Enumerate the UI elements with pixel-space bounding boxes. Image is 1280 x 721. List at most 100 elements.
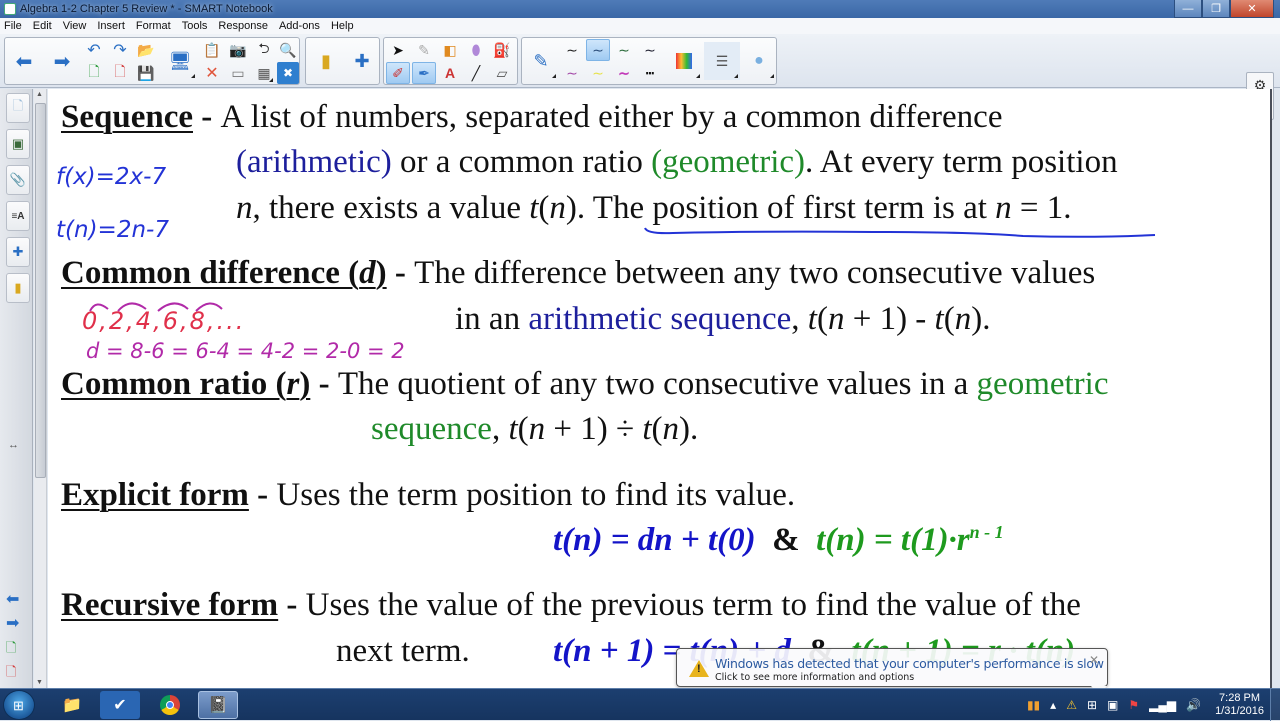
redo-icon[interactable]: ↷ [109,39,131,61]
line-style-purple-thin[interactable]: ∼ [560,62,584,84]
ink-fx-equation[interactable]: f(x)=2x-7 [56,164,166,190]
whiteboard-page[interactable]: Sequence - A list of numbers, separated … [48,89,1272,688]
eraser-icon[interactable]: ⬮ [464,39,488,61]
term-explicit-form: Explicit form [61,477,249,513]
display-icon[interactable]: 🖥 [163,42,197,80]
explicit-geometric-formula: t(n) = t(1)·rn - 1 [816,522,1004,558]
attachments-icon[interactable]: 📎 [6,165,30,195]
menu-add-ons[interactable]: Add-ons [279,20,320,32]
back-arrow-icon[interactable]: ⬅ [7,42,41,80]
forward-arrow-icon[interactable]: ➡ [45,42,79,80]
pen-type-icon[interactable]: ✎ [524,42,558,80]
menu-file[interactable]: File [4,20,22,32]
full-screen-icon[interactable]: 🔍 [277,39,299,61]
puzzle-icon[interactable]: ✚ [346,42,378,80]
performance-notification[interactable]: ! Windows has detected that your compute… [676,648,1108,695]
ink-difference-calc[interactable]: d = 8-6 = 6-4 = 4-2 = 2-0 = 2 [86,339,405,363]
table-icon[interactable]: ▦ [253,62,275,84]
prev-page-icon[interactable]: ⬅ [6,589,19,609]
screen-capture-icon[interactable]: 📷 [227,39,249,61]
notification-title[interactable]: Windows has detected that your computer'… [715,656,1104,671]
screen-shade-icon[interactable]: ▭ [227,62,249,84]
notification-subtitle[interactable]: Click to see more information and option… [715,672,914,683]
ink-underline[interactable] [643,222,1158,242]
delete-page-icon[interactable]: 🗋 [109,62,131,84]
add-page-icon[interactable]: 🗋 [83,62,105,84]
dash: - [310,366,338,402]
close-button[interactable]: ✕ [1230,0,1274,18]
ink-sequence-values[interactable]: 0,2,4,6,8,... [82,307,245,335]
eraser-block-icon[interactable]: ▱ [490,62,514,84]
transparency-icon[interactable]: ● [742,42,776,80]
ink-tn-equation[interactable]: t(n)=2n-7 [56,217,169,243]
restore-button[interactable]: ❐ [1202,0,1230,18]
page-action-icon[interactable]: ⮌ [253,39,275,61]
delete-icon[interactable]: ✕ [201,62,223,84]
creative-pen-icon[interactable]: ✒ [412,62,436,84]
smart-notebook-icon[interactable]: 📓 [198,691,238,719]
menu-view[interactable]: View [63,20,87,32]
scroll-up-icon[interactable]: ▲ [36,91,43,98]
line-icon[interactable]: ╱ [464,62,488,84]
clock[interactable]: 7:28 PM 1/31/2016 [1215,692,1264,718]
network-device-icon[interactable]: ▣ [1107,698,1118,712]
flag-icon[interactable]: ⚑ [1128,698,1139,712]
delete-page-icon[interactable]: 🗋 [6,663,16,685]
close-icon[interactable]: ✕ [1089,653,1099,667]
line-style-navy-thin[interactable]: ∼ [638,39,662,61]
select-arrow-icon[interactable]: ➤ [386,39,410,61]
next-page-icon[interactable]: ➡ [6,613,19,633]
pens-icon[interactable]: ✐ [386,62,410,84]
windows-explorer-icon[interactable]: 📁 [52,691,92,719]
undo-icon[interactable]: ↶ [83,39,105,61]
addons-icon[interactable]: ✚ [6,237,30,267]
fill-icon[interactable]: ⛽ [490,39,514,61]
ampersand: & [772,522,800,558]
scrollbar-thumb[interactable] [35,103,46,478]
page-sorter-icon[interactable]: 🗋 [6,93,30,123]
var-n: n [827,301,845,337]
signal-icon[interactable]: ▂▄▆ [1149,698,1176,712]
start-button[interactable]: ⊞ [3,690,35,720]
note-icon[interactable]: ▮ [310,42,342,80]
gallery-icon[interactable]: ▣ [6,129,30,159]
response-icon[interactable]: ▮ [6,273,30,303]
chrome-icon[interactable] [150,691,190,719]
task-check-icon[interactable]: ✔ [100,691,140,719]
add-page-icon[interactable]: 🗋 [6,639,16,661]
windows-icon[interactable]: ⊞ [1087,698,1097,712]
properties-icon[interactable]: ☰ [704,42,740,80]
menu-response[interactable]: Response [218,20,268,32]
color-palette-icon[interactable] [666,42,702,80]
line-style-green-thin[interactable]: ∼ [612,39,636,61]
pen-icon[interactable]: ✎ [412,39,436,61]
text-icon[interactable]: A [438,62,462,84]
menu-tools[interactable]: Tools [182,20,208,32]
volume-icon[interactable]: 🔊 [1186,698,1201,712]
text: Common difference ( [61,255,360,291]
page-scrollbar[interactable]: ▲ ▼ [34,89,47,688]
menu-help[interactable]: Help [331,20,354,32]
line-style-yellow-highlight[interactable]: ∼ [586,62,610,84]
line-style-black-thin[interactable]: ∼ [560,39,584,61]
geometric-label: (geometric) [651,144,806,180]
save-icon[interactable]: 💾 [135,62,157,84]
line-style-black-dashed[interactable]: ┅ [638,62,662,84]
paste-icon[interactable]: 📋 [201,39,223,61]
menu-insert[interactable]: Insert [97,20,125,32]
smart-board-tools-icon[interactable]: ▮▮ [1027,698,1040,712]
menu-format[interactable]: Format [136,20,171,32]
scroll-down-icon[interactable]: ▼ [36,679,43,686]
resize-handle[interactable]: ↔ [8,439,19,451]
line-style-magenta-thick[interactable]: ∼ [612,62,636,84]
open-file-icon[interactable]: 📂 [135,39,157,61]
minimize-button[interactable]: — [1174,0,1202,18]
action-center-warning-icon[interactable]: ⚠ [1066,698,1077,712]
menu-edit[interactable]: Edit [33,20,52,32]
shapes-icon[interactable]: ◧ [438,39,462,61]
properties-icon[interactable]: ≡A [6,201,30,231]
show-hidden-icons[interactable]: ▴ [1050,698,1056,712]
line-style-blue-selected[interactable]: ∼ [586,39,610,61]
full-screen-icon[interactable]: ✖ [277,62,299,84]
show-desktop-button[interactable] [1270,689,1280,721]
